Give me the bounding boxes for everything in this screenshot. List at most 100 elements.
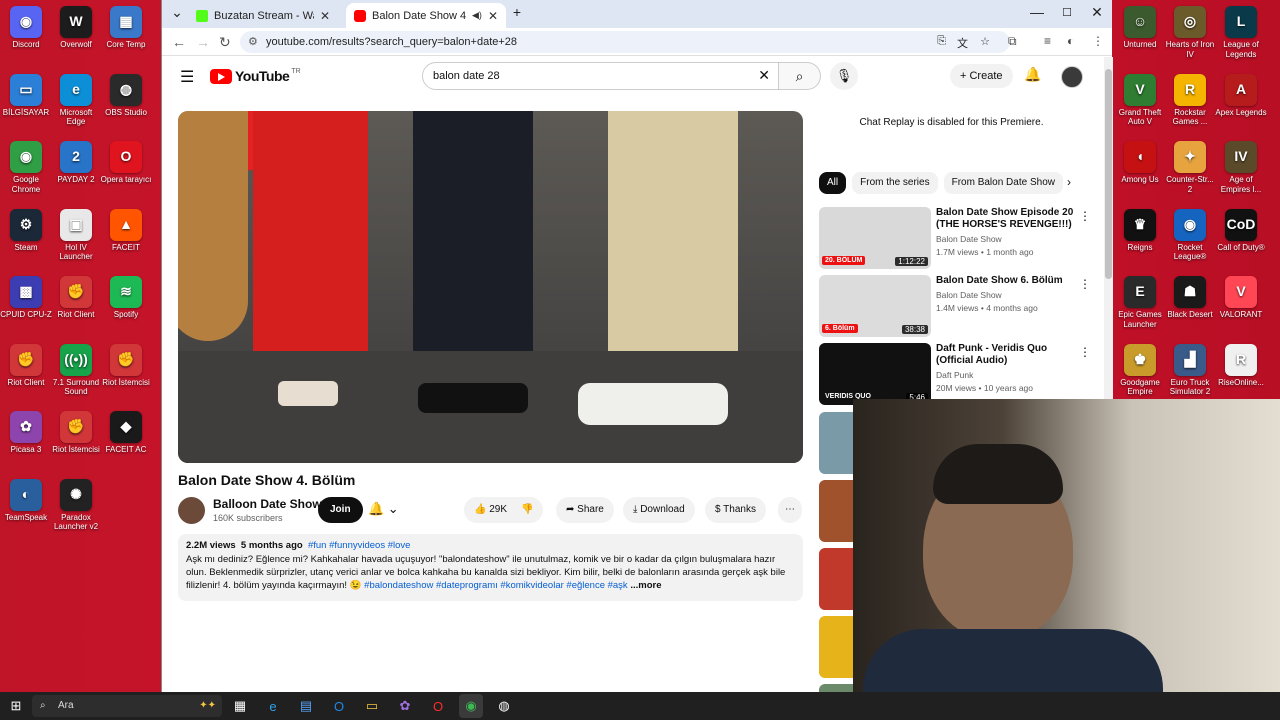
thanks-button[interactable]: $ Thanks xyxy=(705,497,766,523)
create-button[interactable]: + Create xyxy=(950,64,1013,88)
desktop-shortcut[interactable]: ≋ Spotify xyxy=(100,276,152,320)
desktop-shortcut[interactable]: ♚ Goodgame Empire xyxy=(1114,343,1166,397)
desktop-shortcut[interactable]: ▲ FACEIT xyxy=(100,208,152,253)
desktop-shortcut[interactable]: ☺ Unturned xyxy=(1114,6,1166,50)
desktop-shortcut[interactable]: V Grand Theft Auto V xyxy=(1114,73,1166,127)
menu-icon[interactable]: ⋮ xyxy=(1092,34,1104,48)
desktop-shortcut[interactable]: ✊ Riot Client xyxy=(50,276,102,320)
share-button[interactable]: ➦ Share xyxy=(556,497,614,523)
install-icon[interactable]: ⎘ xyxy=(937,35,946,48)
close-icon[interactable]: ✕ xyxy=(320,9,330,23)
desktop-shortcut[interactable]: IV Age of Empires I... xyxy=(1215,141,1267,194)
media-icon[interactable]: ≡ xyxy=(1044,34,1051,48)
like-button[interactable]: 👍 29K 👎 xyxy=(464,497,544,523)
chrome-taskbar-icon[interactable]: ◉ xyxy=(459,694,483,718)
desktop-shortcut[interactable]: ✊ Riot İstemcisi xyxy=(50,411,102,455)
store-icon[interactable]: ▤ xyxy=(294,694,318,718)
desktop-shortcut[interactable]: 2 PAYDAY 2 xyxy=(50,141,102,185)
profile-icon[interactable]: ◐ xyxy=(1067,34,1074,48)
more-actions-icon[interactable]: ⋯ xyxy=(778,497,802,523)
hashtags-top[interactable]: #fun #funnyvideos #love xyxy=(308,540,410,551)
extensions-icon[interactable]: ⧉ xyxy=(1008,34,1017,49)
clear-icon[interactable]: ✕ xyxy=(758,67,770,84)
tab-balon-date[interactable]: Balon Date Show 4. Bölüm ◀) ✕ xyxy=(346,3,506,28)
recommendation-item[interactable]: VERIDIS QUO 5:46 Daft Punk - Veridis Quo (… xyxy=(819,343,1104,405)
recommendation-channel[interactable]: Balon Date Show xyxy=(936,234,1002,244)
join-button[interactable]: Join xyxy=(318,497,363,523)
more-options-icon[interactable]: ⋮ xyxy=(1079,345,1091,359)
desktop-shortcut[interactable]: ⚙ Steam xyxy=(0,208,52,253)
desktop-shortcut[interactable]: R Rockstar Games ... xyxy=(1164,73,1216,127)
chip-from-channel[interactable]: From Balon Date Show xyxy=(943,172,1063,194)
chevron-right-icon[interactable]: › xyxy=(1067,175,1071,189)
more-link[interactable]: ...more xyxy=(630,580,661,591)
search-input[interactable]: balon date 28 ✕ xyxy=(422,62,779,90)
desktop-shortcut[interactable]: ◉ Google Chrome xyxy=(0,141,52,194)
translate-icon[interactable]: 文 xyxy=(957,35,968,51)
thumbs-down-icon[interactable]: 👎 xyxy=(521,504,533,515)
bookmark-star-icon[interactable]: ☆ xyxy=(980,35,990,48)
desktop-shortcut[interactable]: ◉ Discord xyxy=(0,6,52,50)
desktop-shortcut[interactable]: ▦ Core Temp xyxy=(100,6,152,50)
recommendation-channel[interactable]: Balon Date Show xyxy=(936,290,1002,300)
edge-taskbar-icon[interactable]: e xyxy=(261,694,285,718)
tab-buzatan[interactable]: Buzatan Stream - Watch Live or ✕ xyxy=(188,3,338,28)
desktop-shortcut[interactable]: A Apex Legends xyxy=(1215,73,1267,118)
desktop-shortcut[interactable]: R RiseOnline... xyxy=(1215,343,1267,388)
chip-from-series[interactable]: From the series xyxy=(852,172,938,194)
desktop-shortcut[interactable]: ♛ Reigns xyxy=(1114,208,1166,253)
hamburger-icon[interactable]: ☰ xyxy=(180,67,194,87)
desktop-shortcut[interactable]: ◉ Rocket League® xyxy=(1164,208,1216,262)
search-button[interactable]: ⌕ xyxy=(779,62,821,90)
desktop-shortcut[interactable]: ◐ TeamSpeak xyxy=(0,478,52,523)
opera-taskbar-icon[interactable]: O xyxy=(426,694,450,718)
hashtags-bottom[interactable]: #balondateshow #dateprogramı #komikvideo… xyxy=(364,580,628,591)
copilot-icon[interactable]: ✿ xyxy=(393,694,417,718)
outlook-icon[interactable]: O xyxy=(327,694,351,718)
download-button[interactable]: ⤓ Download xyxy=(623,497,695,523)
address-bar[interactable]: ⚙ youtube.com/results?search_query=balon… xyxy=(240,31,1010,53)
close-window-icon[interactable]: ✕ xyxy=(1082,4,1112,21)
recommendation-thumbnail[interactable]: 6. Bölüm 38:38 xyxy=(819,275,931,337)
obs-taskbar-icon[interactable]: ◍ xyxy=(492,694,516,718)
recommendation-thumbnail[interactable]: VERIDIS QUO 5:46 xyxy=(819,343,931,405)
close-icon[interactable]: ✕ xyxy=(488,9,498,23)
desktop-shortcut[interactable]: ✊ Riot Client xyxy=(0,343,52,388)
desktop-shortcut[interactable]: ✊ Riot İstemcisi xyxy=(100,343,152,388)
desktop-shortcut[interactable]: W Overwolf xyxy=(50,6,102,50)
desktop-shortcut[interactable]: ▣ Hol IV Launcher xyxy=(50,208,102,262)
scrollbar-thumb[interactable] xyxy=(1105,69,1112,279)
taskbar-search-input[interactable]: ⌕ Ara ✦✦ xyxy=(32,695,222,717)
subscription-bell-icon[interactable]: 🔔 ⌄ xyxy=(368,501,399,517)
channel-avatar[interactable] xyxy=(178,497,205,524)
desktop-shortcut[interactable]: ▭ BİLGİSAYAR xyxy=(0,73,52,118)
desktop-shortcut[interactable]: ☗ Black Desert xyxy=(1164,276,1216,320)
avatar[interactable] xyxy=(1061,66,1083,88)
desktop-shortcut[interactable]: ✿ Picasa 3 xyxy=(0,411,52,455)
desktop-shortcut[interactable]: ▩ CPUID CPU-Z xyxy=(0,276,52,320)
recommendation-item[interactable]: 6. Bölüm 38:38 Balon Date Show 6. Bölüm Bal… xyxy=(819,275,1104,337)
voice-search-button[interactable]: 🎙 xyxy=(830,62,858,90)
desktop-shortcut[interactable]: O Opera tarayıcı xyxy=(100,141,152,185)
minimize-icon[interactable]: — xyxy=(1022,4,1052,20)
desktop-shortcut[interactable]: ◎ Hearts of Iron IV xyxy=(1164,6,1216,59)
recommendation-thumbnail[interactable]: 20. BÖLÜM 1:12:22 xyxy=(819,207,931,269)
reload-icon[interactable]: ↻ xyxy=(219,34,231,51)
desktop-shortcut[interactable]: CoD Call of Duty® xyxy=(1215,208,1267,253)
recommendation-title[interactable]: Balon Date Show 6. Bölüm xyxy=(936,275,1076,287)
start-icon[interactable]: ⊞ xyxy=(4,694,28,718)
chip-all[interactable]: All xyxy=(819,172,847,194)
recommendation-item[interactable]: 20. BÖLÜM 1:12:22 Balon Date Show Episode … xyxy=(819,207,1104,269)
speaker-icon[interactable]: ◀) xyxy=(472,10,482,21)
youtube-logo[interactable]: YouTube TR xyxy=(210,68,301,84)
notifications-bell-icon[interactable]: 🔔 xyxy=(1024,66,1041,83)
task-view-icon[interactable]: ▦ xyxy=(228,694,252,718)
desktop-shortcut[interactable]: ✦ Counter-Str... 2 xyxy=(1164,141,1216,194)
new-tab-button[interactable]: + xyxy=(502,4,532,20)
more-options-icon[interactable]: ⋮ xyxy=(1079,209,1091,223)
desktop-shortcut[interactable]: E Epic Games Launcher xyxy=(1114,276,1166,329)
recommendation-channel[interactable]: Daft Punk xyxy=(936,370,973,380)
desktop-shortcut[interactable]: ◆ FACEIT AC xyxy=(100,411,152,455)
back-icon[interactable]: ← xyxy=(172,34,186,50)
channel-name[interactable]: Balloon Date Show xyxy=(213,497,322,511)
